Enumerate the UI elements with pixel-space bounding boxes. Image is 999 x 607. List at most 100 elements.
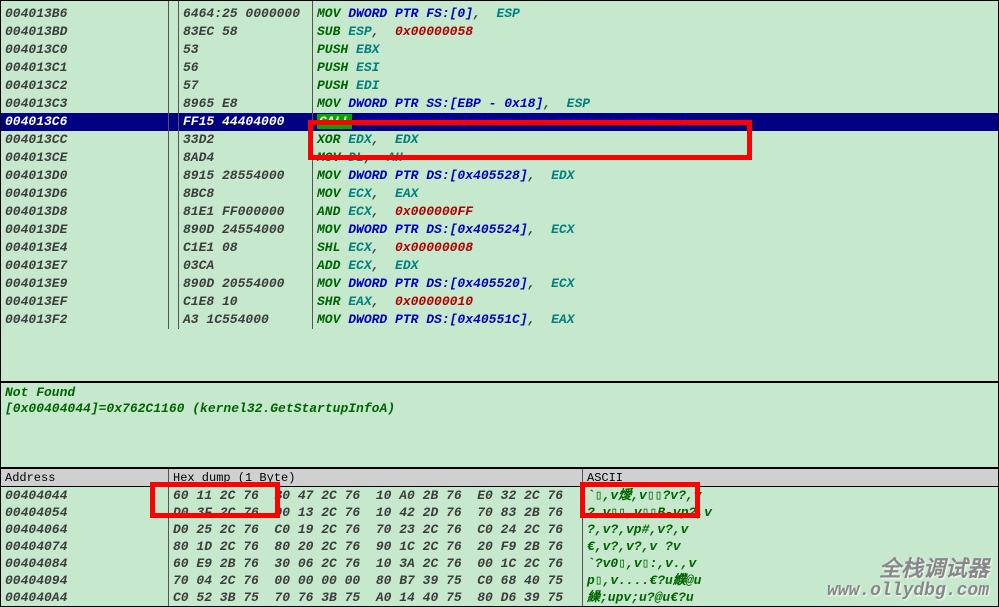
dump-address: 00404064 bbox=[1, 521, 169, 538]
disasm-marker bbox=[169, 149, 179, 167]
disasm-address: 004013C6 bbox=[1, 113, 169, 131]
disasm-bytes: 8965 E8 bbox=[179, 95, 313, 113]
watermark-url: www.ollydbg.com bbox=[827, 581, 989, 601]
disasm-instruction: MOV DWORD PTR FS:[0], ESP bbox=[313, 5, 998, 23]
dump-hex: D0 3F 2C 76 00 13 2C 76 10 42 2D 76 70 8… bbox=[169, 504, 583, 521]
disasm-marker bbox=[169, 95, 179, 113]
disasm-marker bbox=[169, 311, 179, 329]
disasm-row[interactable]: 004013F2 A3 1C554000 MOV DWORD PTR DS:[0… bbox=[1, 311, 998, 329]
disasm-bytes: 03CA bbox=[179, 257, 313, 275]
disasm-bytes: 8AD4 bbox=[179, 149, 313, 167]
disasm-bytes: 83EC 58 bbox=[179, 23, 313, 41]
disasm-marker bbox=[169, 185, 179, 203]
dump-address: 00404074 bbox=[1, 538, 169, 555]
disasm-address: 004013CE bbox=[1, 149, 169, 167]
disasm-address: 004013EF bbox=[1, 293, 169, 311]
dump-ascii: `▯,v燰,v▯▯?v?,v bbox=[583, 487, 998, 504]
disasm-instruction: MOV DL, AH bbox=[313, 149, 998, 167]
info-line-1: Not Found bbox=[5, 385, 994, 401]
disasm-bytes: 33D2 bbox=[179, 131, 313, 149]
dump-address: 00404084 bbox=[1, 555, 169, 572]
dump-header: Address Hex dump (1 Byte) ASCII bbox=[1, 469, 998, 487]
info-pane: Not Found [0x00404044]=0x762C1160 (kerne… bbox=[0, 382, 999, 468]
disasm-bytes: 81E1 FF000000 bbox=[179, 203, 313, 221]
disasm-marker bbox=[169, 5, 179, 23]
disasm-instruction: MOV DWORD PTR DS:[0x405524], ECX bbox=[313, 221, 998, 239]
disasm-row[interactable]: 004013E4 C1E1 08 SHL ECX, 0x00000008 bbox=[1, 239, 998, 257]
disasm-address: 004013E7 bbox=[1, 257, 169, 275]
watermark: 全栈调试器 www.ollydbg.com bbox=[827, 561, 989, 601]
disasm-row[interactable]: 004013BD 83EC 58 SUB ESP, 0x00000058 bbox=[1, 23, 998, 41]
disasm-instruction: PUSH EDI bbox=[313, 77, 998, 95]
disasm-address: 004013BD bbox=[1, 23, 169, 41]
disasm-instruction: XOR EDX, EDX bbox=[313, 131, 998, 149]
disasm-row[interactable]: 004013C6 FF15 44404000 CALL DWORD PTR DS… bbox=[1, 113, 998, 131]
dump-hex: 70 04 2C 76 00 00 00 00 80 B7 39 75 C0 6… bbox=[169, 572, 583, 589]
info-line-2: [0x00404044]=0x762C1160 (kernel32.GetSta… bbox=[5, 401, 994, 417]
disasm-marker bbox=[169, 131, 179, 149]
dump-ascii: ?,v?,vp#,v?,v bbox=[583, 521, 998, 538]
disasm-address: 004013C1 bbox=[1, 59, 169, 77]
disasm-bytes: A3 1C554000 bbox=[179, 311, 313, 329]
dump-row[interactable]: 00404064 D0 25 2C 76 C0 19 2C 76 70 23 2… bbox=[1, 521, 998, 538]
disasm-row[interactable]: 004013B6 6464:25 0000000 MOV DWORD PTR F… bbox=[1, 5, 998, 23]
disasm-row[interactable]: 004013CE 8AD4 MOV DL, AH bbox=[1, 149, 998, 167]
dump-ascii: ?,v▯▯,v▯▯B-vp?,v bbox=[583, 504, 998, 521]
disasm-instruction: ADD ECX, EDX bbox=[313, 257, 998, 275]
disassembly-pane[interactable]: 004013B3 50 PUSH EAX 004013B6 6464:25 00… bbox=[0, 0, 999, 382]
disasm-marker bbox=[169, 59, 179, 77]
disasm-bytes: 56 bbox=[179, 59, 313, 77]
disasm-bytes: C1E1 08 bbox=[179, 239, 313, 257]
disasm-instruction: AND ECX, 0x000000FF bbox=[313, 203, 998, 221]
dump-header-ascii[interactable]: ASCII bbox=[583, 469, 998, 486]
disasm-row[interactable]: 004013DE 890D 24554000 MOV DWORD PTR DS:… bbox=[1, 221, 998, 239]
disasm-row[interactable]: 004013D8 81E1 FF000000 AND ECX, 0x000000… bbox=[1, 203, 998, 221]
disasm-bytes: 53 bbox=[179, 41, 313, 59]
disasm-bytes: 890D 24554000 bbox=[179, 221, 313, 239]
disasm-row[interactable]: 004013EF C1E8 10 SHR EAX, 0x00000010 bbox=[1, 293, 998, 311]
disasm-bytes: 6464:25 0000000 bbox=[179, 5, 313, 23]
disasm-row[interactable]: 004013C1 56 PUSH ESI bbox=[1, 59, 998, 77]
disasm-address: 004013E4 bbox=[1, 239, 169, 257]
disasm-address: 004013D0 bbox=[1, 167, 169, 185]
disasm-row[interactable]: 004013C3 8965 E8 MOV DWORD PTR SS:[EBP -… bbox=[1, 95, 998, 113]
disasm-address: 004013DE bbox=[1, 221, 169, 239]
dump-address: 00404044 bbox=[1, 487, 169, 504]
disasm-address: 004013B6 bbox=[1, 5, 169, 23]
disasm-instruction: PUSH ESI bbox=[313, 59, 998, 77]
disasm-marker bbox=[169, 167, 179, 185]
disasm-bytes: C1E8 10 bbox=[179, 293, 313, 311]
disasm-instruction: SUB ESP, 0x00000058 bbox=[313, 23, 998, 41]
dump-hex: 60 11 2C 76 B0 47 2C 76 10 A0 2B 76 E0 3… bbox=[169, 487, 583, 504]
dump-hex: 60 E9 2B 76 30 06 2C 76 10 3A 2C 76 00 1… bbox=[169, 555, 583, 572]
disasm-row[interactable]: 004013E9 890D 20554000 MOV DWORD PTR DS:… bbox=[1, 275, 998, 293]
disasm-marker bbox=[169, 239, 179, 257]
dump-row[interactable]: 00404044 60 11 2C 76 B0 47 2C 76 10 A0 2… bbox=[1, 487, 998, 504]
dump-row[interactable]: 00404074 80 1D 2C 76 80 20 2C 76 90 1C 2… bbox=[1, 538, 998, 555]
dump-header-hex[interactable]: Hex dump (1 Byte) bbox=[169, 469, 583, 486]
disasm-instruction: CALL DWORD PTR DS:[<&kernel32.GetStartup… bbox=[313, 113, 998, 131]
dump-row[interactable]: 00404054 D0 3F 2C 76 00 13 2C 76 10 42 2… bbox=[1, 504, 998, 521]
dump-hex: D0 25 2C 76 C0 19 2C 76 70 23 2C 76 C0 2… bbox=[169, 521, 583, 538]
disasm-row[interactable]: 004013C2 57 PUSH EDI bbox=[1, 77, 998, 95]
disasm-address: 004013C3 bbox=[1, 95, 169, 113]
dump-address: 00404094 bbox=[1, 572, 169, 589]
disasm-row[interactable]: 004013C0 53 PUSH EBX bbox=[1, 41, 998, 59]
disasm-marker bbox=[169, 113, 179, 131]
disasm-marker bbox=[169, 41, 179, 59]
disasm-row[interactable]: 004013D0 8915 28554000 MOV DWORD PTR DS:… bbox=[1, 167, 998, 185]
disasm-bytes: FF15 44404000 bbox=[179, 113, 313, 131]
disasm-marker bbox=[169, 293, 179, 311]
disasm-instruction: MOV DWORD PTR DS:[0x405528], EDX bbox=[313, 167, 998, 185]
disasm-row[interactable]: 004013CC 33D2 XOR EDX, EDX bbox=[1, 131, 998, 149]
disasm-marker bbox=[169, 77, 179, 95]
disasm-marker bbox=[169, 275, 179, 293]
disasm-marker bbox=[169, 203, 179, 221]
dump-header-address[interactable]: Address bbox=[1, 469, 169, 486]
disasm-address: 004013D6 bbox=[1, 185, 169, 203]
disasm-row[interactable]: 004013D6 8BC8 MOV ECX, EAX bbox=[1, 185, 998, 203]
disasm-row[interactable]: 004013E7 03CA ADD ECX, EDX bbox=[1, 257, 998, 275]
disasm-instruction: SHR EAX, 0x00000010 bbox=[313, 293, 998, 311]
disasm-address: 004013C2 bbox=[1, 77, 169, 95]
disasm-bytes: 8BC8 bbox=[179, 185, 313, 203]
